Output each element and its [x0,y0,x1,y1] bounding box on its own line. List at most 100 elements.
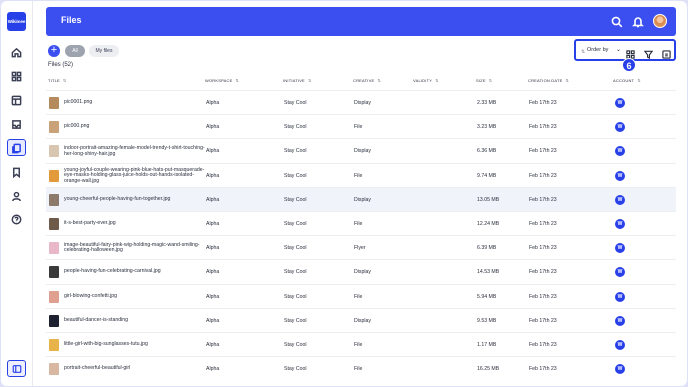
column-header-initiative[interactable]: INITIATIVE ⇅ [283,78,312,83]
file-title[interactable]: people-having-fun-celebrating-carnival.j… [64,269,206,275]
workspace-cell: Alpha [206,220,220,227]
column-header-creative[interactable]: CREATIVE ⇅ [353,78,381,83]
step-badge: 6 [622,58,636,72]
file-thumbnail[interactable] [49,242,59,255]
creative-cell: File [354,366,363,373]
account-badge[interactable]: W [615,146,625,157]
column-header-creation-date[interactable]: CREATION DATE ⇅ [528,78,569,83]
account-badge[interactable]: W [615,194,625,205]
initiative-cell: Stay Cool [284,245,307,252]
account-badge[interactable]: W [615,339,625,350]
creation-date-cell: Feb 17th 23 [529,148,557,155]
creative-cell: Display [354,196,372,203]
file-title[interactable]: it-s-best-party-ever.jpg [64,220,206,227]
sort-icon: ⇅ [581,49,586,55]
search-icon[interactable] [611,15,623,28]
file-thumbnail[interactable] [49,363,59,376]
order-by-dropdown[interactable]: Order by [587,47,608,53]
user-icon[interactable] [10,190,22,202]
initiative-cell: Stay Cool [284,341,307,348]
inbox-icon[interactable] [10,118,22,130]
creation-date-cell: Feb 17th 23 [529,196,557,203]
help-icon[interactable] [10,213,22,225]
filter-all-tab[interactable]: All [65,45,85,57]
add-file-button[interactable]: + [48,45,60,57]
file-title[interactable]: girl-blowing-confetti.jpg [64,293,206,300]
file-title[interactable]: little-girl-with-big-sunglasses-tutu.jpg [64,341,206,348]
table-row[interactable]: pic0001.png Alpha Stay Cool Display 2.33… [46,90,676,114]
layout-icon[interactable] [10,94,22,106]
creation-date-cell: Feb 17th 23 [529,172,557,179]
home-icon[interactable] [10,46,22,58]
file-thumbnail[interactable] [49,338,59,351]
file-title[interactable]: image-beautiful-fairy-pink-wig-holding-m… [64,242,206,255]
filter-my-files-tab[interactable]: My files [89,45,119,57]
column-header-workspace[interactable]: WORKSPACE ⇅ [205,78,239,83]
workspace-cell: Alpha [206,293,220,300]
grid-icon[interactable] [10,70,22,82]
chevron-down-icon[interactable]: ⌄ [616,46,621,53]
account-badge[interactable]: W [615,291,625,302]
table-header: TITLE ⇅ WORKSPACE ⇅ INITIATIVE ⇅ CREATIVE ⇅ … [46,77,676,87]
table-row[interactable]: indoor-portrait-amazing-female-model-tre… [46,138,676,162]
sidebar: Wikimee [1,1,33,386]
table-row[interactable]: image-beautiful-fairy-pink-wig-holding-m… [46,235,676,259]
grid-view-icon[interactable] [626,46,635,59]
columns-icon[interactable] [662,46,671,59]
account-badge[interactable]: W [615,267,625,278]
table-row[interactable]: girl-blowing-confetti.jpg Alpha Stay Coo… [46,283,676,308]
file-thumbnail[interactable] [49,217,59,230]
file-thumbnail[interactable] [49,266,59,279]
file-title[interactable]: beautiful-dancer-is-standing [64,317,206,324]
account-badge[interactable]: W [615,170,625,181]
column-header-size[interactable]: SIZE ⇅ [476,78,492,83]
creative-cell: File [354,220,363,227]
panel-toggle-icon[interactable] [7,360,26,377]
account-badge[interactable]: W [615,98,625,108]
initiative-cell: Stay Cool [284,269,307,276]
size-cell: 3.23 MB [477,124,497,131]
file-thumbnail[interactable] [49,145,59,158]
file-thumbnail[interactable] [49,290,59,303]
column-header-validity[interactable]: VALIDITY ⇅ [413,78,439,83]
table-row[interactable]: beautiful-dancer-is-standing Alpha Stay … [46,307,676,332]
bookmark-icon[interactable] [10,166,22,178]
column-header-title[interactable]: TITLE ⇅ [48,78,66,83]
files-icon[interactable] [10,142,22,154]
table-row[interactable]: it-s-best-party-ever.jpg Alpha Stay Cool… [46,210,676,235]
account-badge[interactable]: W [615,122,625,133]
size-cell: 2.33 MB [477,100,497,106]
file-thumbnail[interactable] [49,121,59,134]
file-title[interactable]: portrait-cheerful-beautiful-girl [64,365,206,372]
bell-icon[interactable] [632,15,644,28]
table-row[interactable]: young-joyful-couple-wearing-pink-blue-ha… [46,162,676,187]
file-title[interactable]: pic000.png [64,123,206,130]
file-thumbnail[interactable] [49,169,59,182]
account-badge[interactable]: W [615,243,625,254]
workspace-cell: Alpha [206,124,220,131]
table-row[interactable]: young-cheerful-people-having-fun-togethe… [46,186,676,211]
workspace-cell: Alpha [206,269,220,276]
file-title[interactable]: young-joyful-couple-wearing-pink-blue-ha… [64,167,206,185]
file-title[interactable]: pic0001.png [64,99,206,106]
page-title: Files [61,15,82,25]
account-badge[interactable]: W [615,364,625,375]
app-logo[interactable]: Wikimee [7,12,26,31]
account-badge[interactable]: W [615,218,625,229]
account-badge[interactable]: W [615,315,625,326]
table-row[interactable]: little-girl-with-big-sunglasses-tutu.jpg… [46,331,676,356]
filter-icon[interactable] [643,46,654,60]
size-cell: 14.53 MB [477,269,500,276]
creative-cell: Display [354,269,372,276]
table-row[interactable]: portrait-cheerful-beautiful-girl Alpha S… [46,356,676,380]
file-thumbnail[interactable] [49,193,59,206]
file-thumbnail[interactable] [49,97,59,109]
table-row[interactable]: people-having-fun-celebrating-carnival.j… [46,259,676,283]
file-thumbnail[interactable] [49,314,59,327]
file-title[interactable]: indoor-portrait-amazing-female-model-tre… [64,145,206,158]
file-title[interactable]: young-cheerful-people-having-fun-togethe… [64,196,206,203]
size-cell: 9.74 MB [477,172,497,179]
column-header-account[interactable]: ACCOUNT ⇅ [613,78,641,83]
table-row[interactable]: pic000.png Alpha Stay Cool File 3.23 MB … [46,114,676,138]
avatar[interactable] [653,14,667,28]
